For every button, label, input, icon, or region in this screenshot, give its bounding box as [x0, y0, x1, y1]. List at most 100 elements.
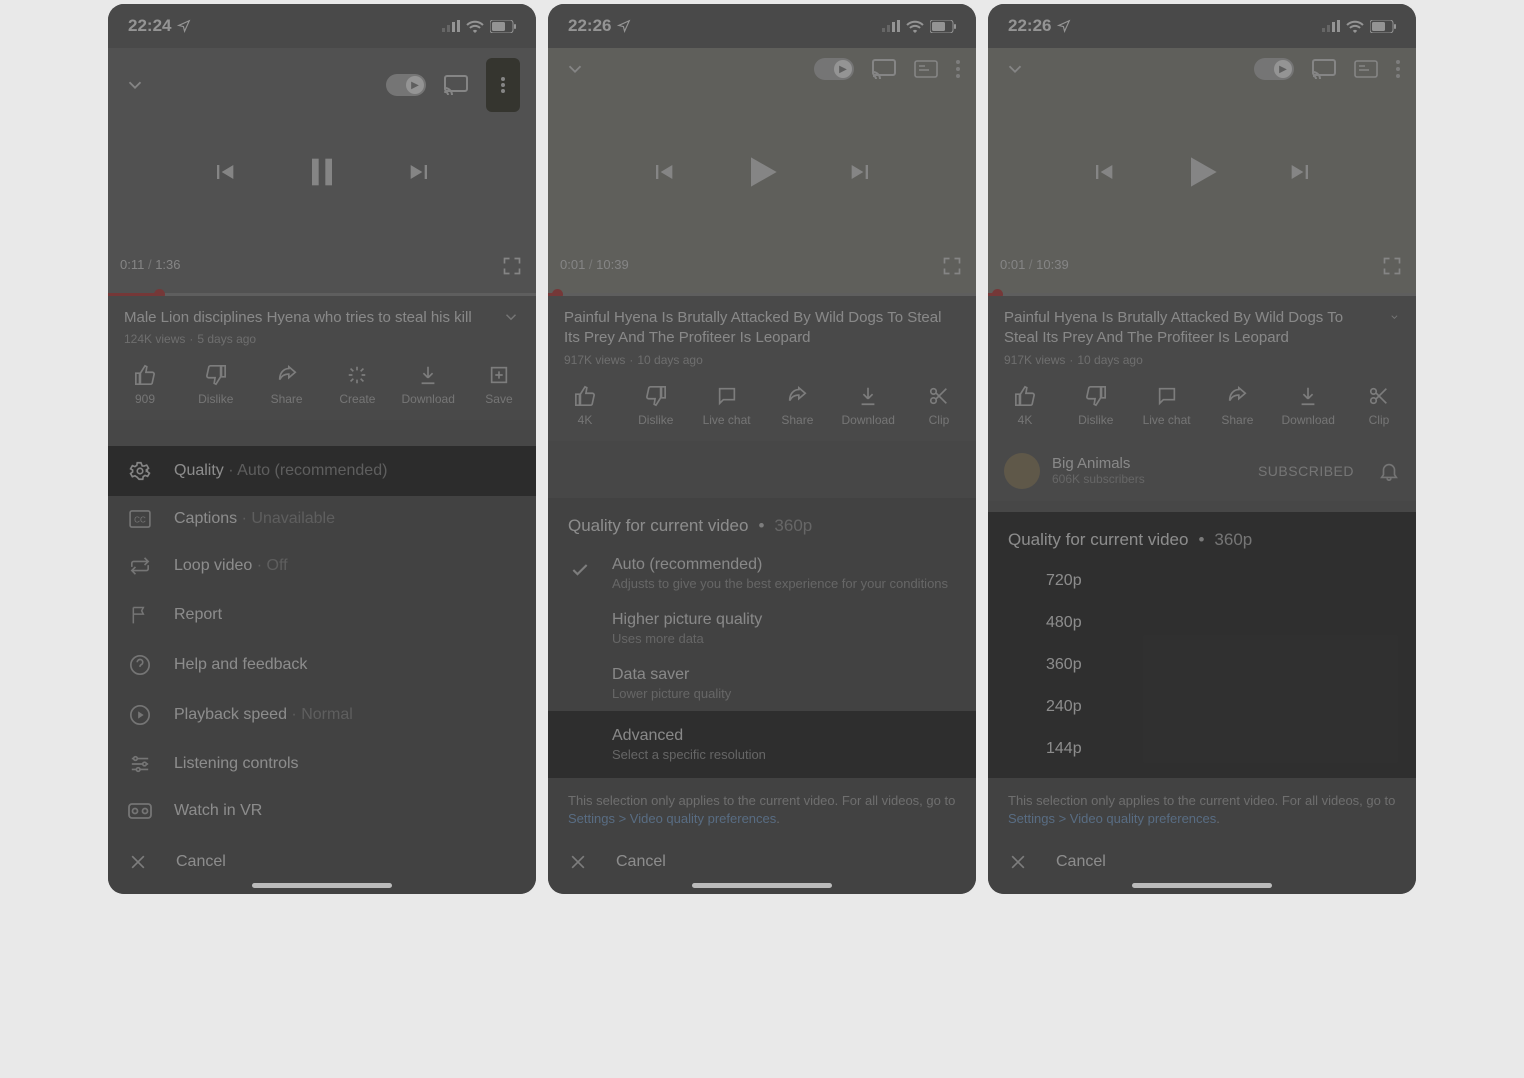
clip-button[interactable]: Clip — [906, 385, 972, 427]
video-stats: 917K views·10 days ago — [1004, 353, 1400, 367]
more-button[interactable] — [1396, 60, 1400, 78]
quality-auto[interactable]: Auto (recommended)Adjusts to give you th… — [548, 546, 976, 601]
close-icon — [568, 852, 588, 872]
create-button[interactable]: Create — [324, 364, 390, 406]
video-player[interactable]: 0:11 / 1:36 — [108, 48, 536, 296]
autoplay-toggle[interactable] — [386, 74, 426, 96]
dislike-button[interactable]: Dislike — [183, 364, 249, 406]
svg-text:CC: CC — [134, 516, 146, 525]
autoplay-toggle[interactable] — [1254, 58, 1294, 80]
timecode: 0:01 / 10:39 — [1000, 257, 1069, 272]
autoplay-toggle[interactable] — [814, 58, 854, 80]
video-title[interactable]: Painful Hyena Is Brutally Attacked By Wi… — [1004, 308, 1381, 349]
battery-icon — [1370, 20, 1396, 33]
video-title[interactable]: Male Lion disciplines Hyena who tries to… — [124, 308, 472, 328]
wifi-icon — [466, 20, 484, 33]
play-icon[interactable] — [1180, 150, 1224, 194]
dislike-button[interactable]: Dislike — [1063, 385, 1129, 427]
fullscreen-icon[interactable] — [502, 256, 522, 276]
settings-loop[interactable]: Loop video · Off — [108, 542, 536, 590]
quality-higher[interactable]: Higher picture qualityUses more data — [548, 601, 976, 656]
settings-report[interactable]: Report — [108, 590, 536, 640]
battery-icon — [930, 20, 956, 33]
action-bar: 909 Dislike Share Create Download Save — [108, 354, 536, 420]
channel-row[interactable]: Big Animals 606K subscribers SUBSCRIBED — [988, 441, 1416, 501]
location-icon — [617, 19, 631, 33]
quality-settings-link[interactable]: Settings > Video quality preferences — [1008, 811, 1216, 826]
more-button[interactable] — [486, 58, 520, 112]
play-icon[interactable] — [740, 150, 784, 194]
collapse-icon[interactable] — [1004, 58, 1026, 80]
avatar[interactable] — [1004, 453, 1040, 489]
settings-help[interactable]: Help and feedback — [108, 640, 536, 690]
settings-sheet: Quality · Auto (recommended) CC Captions… — [108, 446, 536, 894]
captions-toggle-icon[interactable] — [1354, 60, 1378, 78]
location-icon — [1057, 19, 1071, 33]
bell-icon[interactable] — [1378, 460, 1400, 482]
save-button[interactable]: Save — [466, 364, 532, 406]
settings-quality[interactable]: Quality · Auto (recommended) — [108, 446, 536, 496]
quality-note: This selection only applies to the curre… — [548, 778, 976, 834]
quality-144p[interactable]: 144p — [988, 728, 1416, 770]
settings-speed[interactable]: Playback speed · Normal — [108, 690, 536, 740]
settings-vr[interactable]: Watch in VR — [108, 788, 536, 834]
video-player[interactable]: 0:01 / 10:39 — [988, 48, 1416, 296]
home-indicator[interactable] — [692, 883, 832, 888]
battery-icon — [490, 20, 516, 33]
livechat-button[interactable]: Live chat — [1134, 385, 1200, 427]
download-button[interactable]: Download — [1275, 385, 1341, 427]
clip-button[interactable]: Clip — [1346, 385, 1412, 427]
share-button[interactable]: Share — [764, 385, 830, 427]
sliders-icon — [129, 754, 151, 774]
expand-icon[interactable] — [1389, 308, 1400, 326]
cc-icon: CC — [129, 510, 151, 528]
subscribe-button[interactable]: SUBSCRIBED — [1258, 463, 1354, 479]
video-title[interactable]: Painful Hyena Is Brutally Attacked By Wi… — [564, 308, 960, 349]
phone-2: 22:26 0:01 / 10:39 — [548, 4, 976, 894]
quality-advanced[interactable]: AdvancedSelect a specific resolution — [548, 711, 976, 778]
channel-name: Big Animals — [1052, 455, 1145, 472]
cast-icon[interactable] — [872, 59, 896, 79]
prev-icon[interactable] — [210, 158, 238, 186]
quality-240p[interactable]: 240p — [988, 686, 1416, 728]
fullscreen-icon[interactable] — [942, 256, 962, 276]
quality-720p[interactable]: 720p — [988, 560, 1416, 602]
collapse-icon[interactable] — [124, 74, 146, 96]
share-button[interactable]: Share — [1204, 385, 1270, 427]
phone-3: 22:26 0:01 / 10:39 — [988, 4, 1416, 894]
resolution-note: This selection only applies to the curre… — [988, 778, 1416, 834]
more-button[interactable] — [956, 60, 960, 78]
like-button[interactable]: 909 — [112, 364, 178, 406]
like-button[interactable]: 4K — [552, 385, 618, 427]
download-button[interactable]: Download — [835, 385, 901, 427]
expand-icon[interactable] — [502, 308, 520, 326]
pause-icon[interactable] — [302, 152, 342, 192]
prev-icon[interactable] — [649, 158, 677, 186]
home-indicator[interactable] — [252, 883, 392, 888]
settings-captions[interactable]: CC Captions · Unavailable — [108, 496, 536, 542]
livechat-button[interactable]: Live chat — [694, 385, 760, 427]
cast-icon[interactable] — [1312, 59, 1336, 79]
quality-480p[interactable]: 480p — [988, 602, 1416, 644]
like-button[interactable]: 4K — [992, 385, 1058, 427]
next-icon[interactable] — [406, 158, 434, 186]
settings-listening[interactable]: Listening controls — [108, 740, 536, 788]
quality-saver[interactable]: Data saverLower picture quality — [548, 656, 976, 711]
dislike-button[interactable]: Dislike — [623, 385, 689, 427]
share-button[interactable]: Share — [254, 364, 320, 406]
prev-icon[interactable] — [1089, 158, 1117, 186]
video-player[interactable]: 0:01 / 10:39 — [548, 48, 976, 296]
collapse-icon[interactable] — [564, 58, 586, 80]
next-icon[interactable] — [1287, 158, 1315, 186]
home-indicator[interactable] — [1132, 883, 1272, 888]
download-button[interactable]: Download — [395, 364, 461, 406]
wifi-icon — [906, 20, 924, 33]
fullscreen-icon[interactable] — [1382, 256, 1402, 276]
captions-toggle-icon[interactable] — [914, 60, 938, 78]
quality-settings-link[interactable]: Settings > Video quality preferences — [568, 811, 776, 826]
cast-icon[interactable] — [444, 75, 468, 95]
quality-360p[interactable]: 360p — [988, 644, 1416, 686]
quality-sheet: Quality for current video • 360p Auto (r… — [548, 498, 976, 894]
next-icon[interactable] — [847, 158, 875, 186]
cellular-icon — [442, 20, 460, 32]
